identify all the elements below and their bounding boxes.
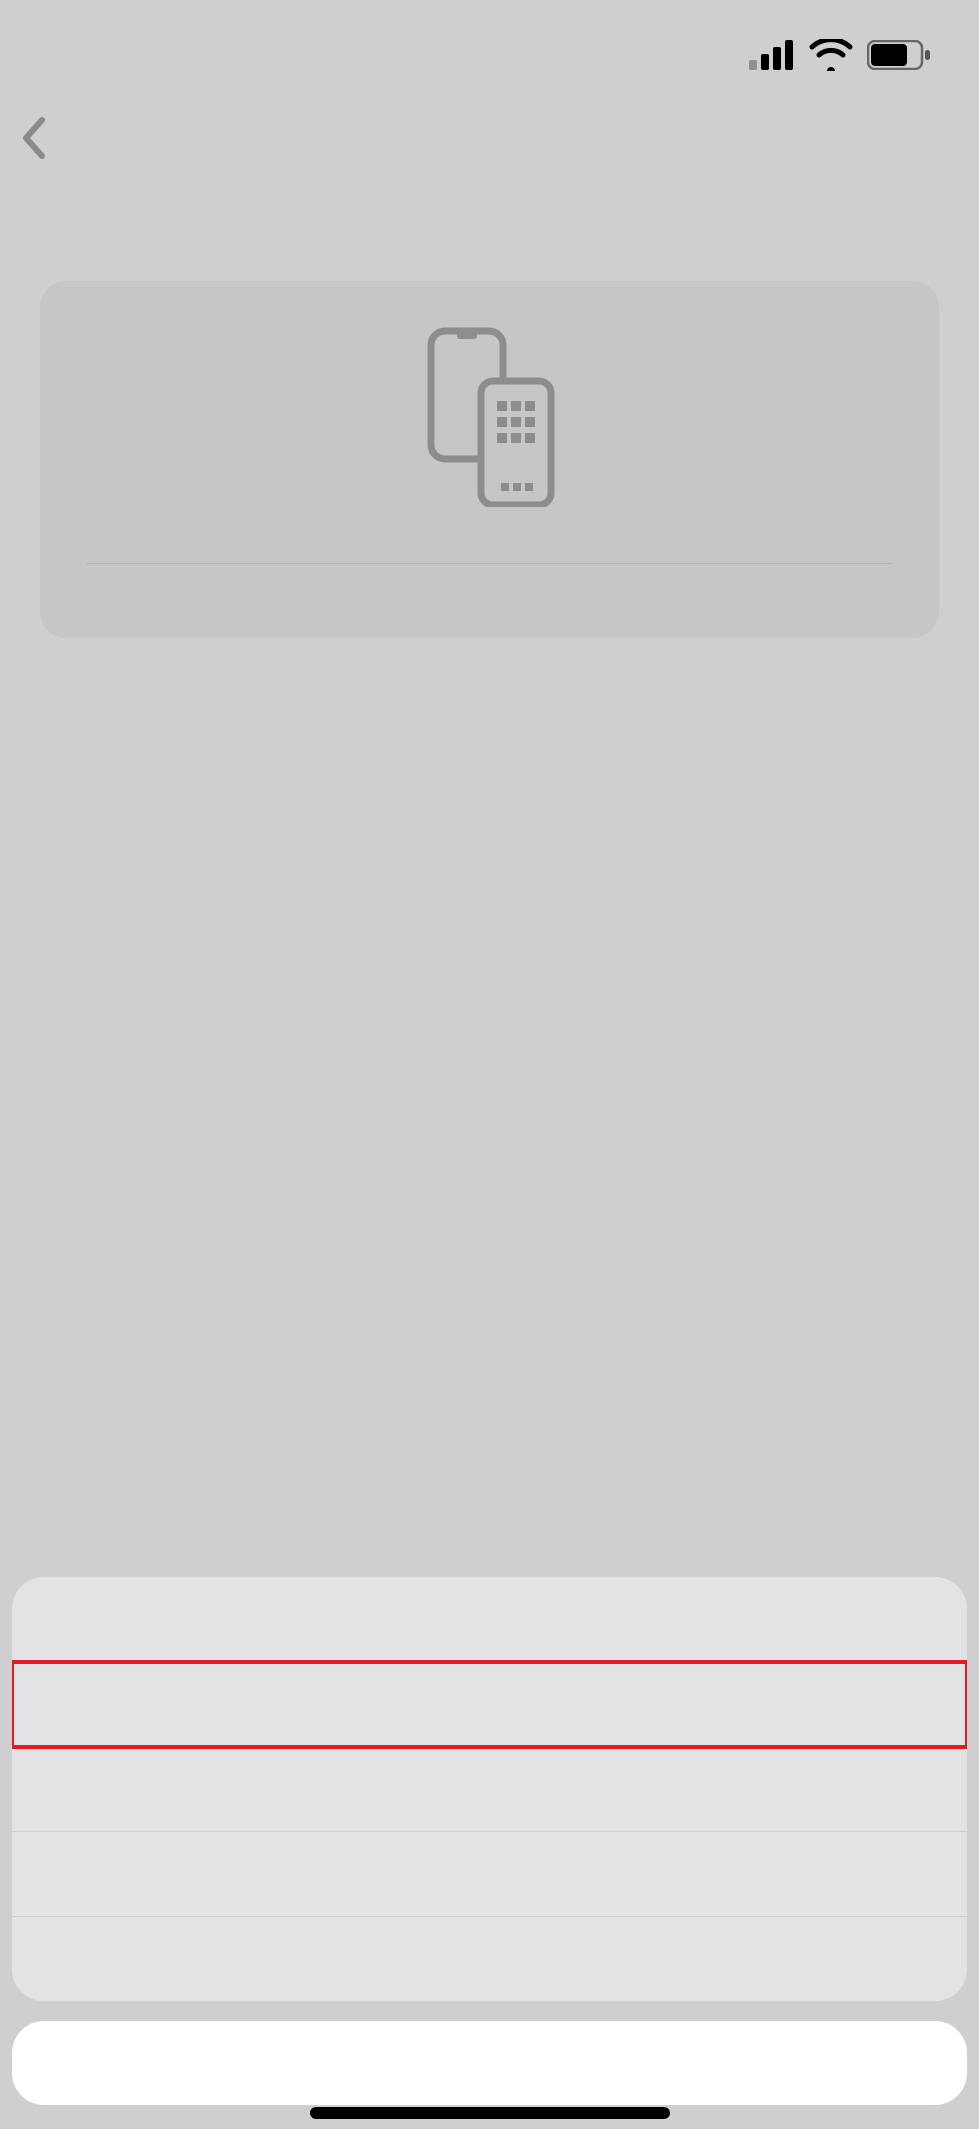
status-indicators: [749, 39, 931, 76]
wifi-icon: [809, 39, 853, 76]
cellular-icon: [749, 40, 795, 75]
action-sheet: [12, 1577, 967, 2105]
sheet-item-reset-network-settings[interactable]: [12, 1662, 967, 1747]
sheet-item-reset-keyboard-dictionary[interactable]: [12, 1747, 967, 1832]
battery-icon: [867, 40, 931, 75]
devices-icon: [86, 327, 893, 507]
sheet-item-reset-location-privacy[interactable]: [12, 1917, 967, 2001]
get-started-button[interactable]: [86, 564, 893, 638]
cancel-button[interactable]: [12, 2021, 967, 2105]
chevron-left-icon: [20, 116, 48, 171]
prepare-card: [40, 281, 939, 638]
home-indicator[interactable]: [310, 2107, 670, 2119]
nav-bar: [0, 100, 979, 199]
sheet-item-reset-home-screen-layout[interactable]: [12, 1832, 967, 1917]
status-bar: [0, 0, 979, 100]
back-button[interactable]: [20, 116, 54, 171]
sheet-item-reset-all-settings[interactable]: [12, 1577, 967, 1662]
sheet-options-group: [12, 1577, 967, 2001]
